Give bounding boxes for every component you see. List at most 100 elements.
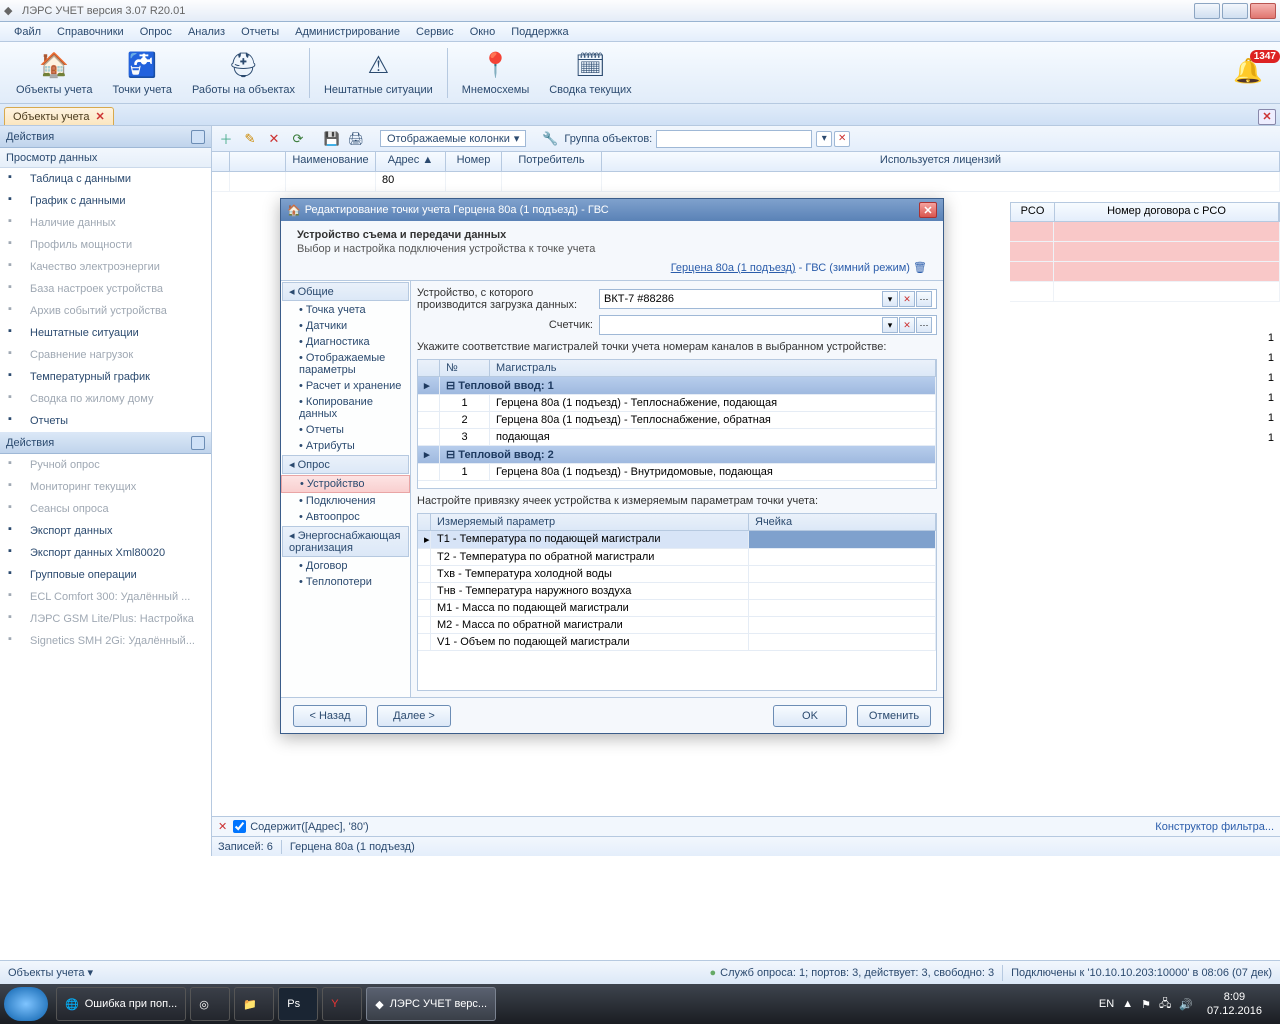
filter-clear[interactable]: ✕: [218, 820, 227, 833]
col-pco[interactable]: PCO: [1011, 203, 1055, 221]
nav-cat-poll[interactable]: ◂ Опрос: [282, 455, 409, 474]
menu-service[interactable]: Сервис: [408, 24, 462, 40]
sidebar-item[interactable]: ▪Экспорт данных: [0, 520, 211, 542]
nav-item[interactable]: • Договор: [281, 558, 410, 574]
menu-admin[interactable]: Администрирование: [287, 24, 408, 40]
refresh-icon[interactable]: ⟳: [288, 129, 308, 149]
col-consumer[interactable]: Потребитель: [502, 152, 602, 171]
sidebar-item[interactable]: ▪Отчеты: [0, 410, 211, 432]
tab-close-icon[interactable]: ✕: [95, 110, 104, 123]
channel-row[interactable]: 1Герцена 80а (1 подъезд) - Внутридомовые…: [418, 464, 936, 481]
edit-icon[interactable]: ✎: [240, 129, 260, 149]
tray-action-icon[interactable]: ⚑: [1141, 998, 1151, 1011]
meter-clear[interactable]: ✕: [899, 317, 915, 333]
nav-item[interactable]: • Устройство: [281, 475, 410, 493]
sidebar-item[interactable]: ▪Наличие данных: [0, 212, 211, 234]
sidebar-item[interactable]: ▪База настроек устройства: [0, 278, 211, 300]
nav-item[interactable]: • Автоопрос: [281, 509, 410, 525]
sidebar-item[interactable]: ▪Таблица с данными: [0, 168, 211, 190]
sidebar-item[interactable]: ▪График с данными: [0, 190, 211, 212]
channel-row[interactable]: ▸⊟ Тепловой ввод: 2: [418, 446, 936, 464]
tb-points[interactable]: 🚰Точки учета: [102, 48, 182, 98]
menu-reports[interactable]: Отчеты: [233, 24, 287, 40]
col-num[interactable]: Номер: [446, 152, 502, 171]
pin-button[interactable]: [191, 130, 205, 144]
tray-volume-icon[interactable]: 🔊: [1179, 998, 1193, 1011]
print-icon[interactable]: 🖨: [346, 129, 366, 149]
point-link[interactable]: Герцена 80а (1 подъезд): [671, 262, 796, 274]
nav-item[interactable]: • Точка учета: [281, 302, 410, 318]
sidebar-item[interactable]: ▪Сравнение нагрузок: [0, 344, 211, 366]
menu-poll[interactable]: Опрос: [132, 24, 180, 40]
tabs-close-button[interactable]: ✕: [1258, 109, 1276, 125]
col-addr[interactable]: Адрес ▲: [376, 152, 446, 171]
col-contract[interactable]: Номер договора с PCO: [1055, 203, 1279, 221]
start-button[interactable]: [4, 987, 48, 1021]
param-row[interactable]: T2 - Температура по обратной магистрали: [418, 549, 936, 566]
meter-combo[interactable]: ▾✕⋯: [599, 315, 937, 335]
combo-dd[interactable]: ▾: [882, 291, 898, 307]
tray-flag-icon[interactable]: ▲: [1122, 998, 1133, 1010]
nav-item[interactable]: • Диагностика: [281, 334, 410, 350]
nav-cat-eso[interactable]: ◂ Энергоснабжающая организация: [282, 526, 409, 557]
nav-item[interactable]: • Отчеты: [281, 422, 410, 438]
dialog-close-button[interactable]: ✕: [919, 202, 937, 218]
group-input[interactable]: [656, 130, 812, 148]
columns-dropdown[interactable]: Отображаемые колонки: [380, 130, 526, 147]
sidebar-item[interactable]: ▪Групповые операции: [0, 564, 211, 586]
param-row[interactable]: V1 - Объем по подающей магистрали: [418, 634, 936, 651]
dialog-titlebar[interactable]: 🏠 Редактирование точки учета Герцена 80а…: [281, 199, 943, 221]
filter-constructor-link[interactable]: Конструктор фильтра...: [1155, 821, 1274, 833]
table-row[interactable]: [1010, 222, 1280, 242]
clock[interactable]: 8:09 07.12.2016: [1201, 990, 1268, 1018]
save-icon[interactable]: 💾: [322, 129, 342, 149]
sidebar-item[interactable]: ▪Профиль мощности: [0, 234, 211, 256]
menu-analysis[interactable]: Анализ: [180, 24, 233, 40]
tab-objects[interactable]: Объекты учета ✕: [4, 107, 114, 125]
sidebar-item[interactable]: ▪ECL Comfort 300: Удалённый ...: [0, 586, 211, 608]
tb-works[interactable]: ⛑Работы на объектах: [182, 48, 305, 98]
channel-row[interactable]: 1Герцена 80а (1 подъезд) - Теплоснабжени…: [418, 395, 936, 412]
taskbar-lers[interactable]: ◆ЛЭРС УЧЕТ верс...: [366, 987, 496, 1021]
cancel-button[interactable]: Отменить: [857, 705, 931, 727]
sidebar-item[interactable]: ▪Экспорт данных Xml80020: [0, 542, 211, 564]
delete-icon[interactable]: ✕: [264, 129, 284, 149]
tb-mnemo[interactable]: 📍Мнемосхемы: [452, 48, 540, 98]
table-row[interactable]: [1010, 262, 1280, 282]
param-row[interactable]: Tхв - Температура холодной воды: [418, 566, 936, 583]
menu-support[interactable]: Поддержка: [503, 24, 576, 40]
table-row[interactable]: [1010, 242, 1280, 262]
nav-cat-general[interactable]: ◂ Общие: [282, 282, 409, 301]
trash-icon[interactable]: 🗑: [913, 262, 927, 274]
nav-item[interactable]: • Атрибуты: [281, 438, 410, 454]
group-dd[interactable]: ▾: [816, 131, 832, 147]
tray-network-icon[interactable]: 🖧: [1159, 995, 1171, 1014]
channel-row[interactable]: 2Герцена 80а (1 подъезд) - Теплоснабжени…: [418, 412, 936, 429]
sidebar-item[interactable]: ▪Нештатные ситуации: [0, 322, 211, 344]
tb-alerts[interactable]: ⚠Нештатные ситуации: [314, 48, 443, 98]
tb-objects[interactable]: 🏠Объекты учета: [6, 48, 102, 98]
menu-ref[interactable]: Справочники: [49, 24, 132, 40]
sidebar-item[interactable]: ▪ЛЭРС GSM Lite/Plus: Настройка: [0, 608, 211, 630]
menu-file[interactable]: Файл: [6, 24, 49, 40]
channel-row[interactable]: ▸⊟ Тепловой ввод: 1: [418, 377, 936, 395]
minimize-button[interactable]: [1194, 3, 1220, 19]
nav-item[interactable]: • Копирование данных: [281, 394, 410, 422]
channel-row[interactable]: 3подающая: [418, 429, 936, 446]
nav-item[interactable]: • Подключения: [281, 493, 410, 509]
add-icon[interactable]: ＋: [216, 129, 236, 149]
meter-more[interactable]: ⋯: [916, 317, 932, 333]
col-name[interactable]: Наименование: [286, 152, 376, 171]
sidebar-item[interactable]: ▪Архив событий устройства: [0, 300, 211, 322]
param-row[interactable]: M1 - Масса по подающей магистрали: [418, 600, 936, 617]
sidebar-item[interactable]: ▪Сеансы опроса: [0, 498, 211, 520]
combo-clear[interactable]: ✕: [899, 291, 915, 307]
back-button[interactable]: < Назад: [293, 705, 367, 727]
table-row[interactable]: [1010, 282, 1280, 302]
taskbar-ps[interactable]: Ps: [278, 987, 318, 1021]
statusbar-left[interactable]: Объекты учета ▾: [8, 966, 93, 979]
nav-item[interactable]: • Теплопотери: [281, 574, 410, 590]
sidebar-item[interactable]: ▪Качество электроэнергии: [0, 256, 211, 278]
addr-filter[interactable]: 80: [376, 172, 446, 191]
close-button[interactable]: [1250, 3, 1276, 19]
